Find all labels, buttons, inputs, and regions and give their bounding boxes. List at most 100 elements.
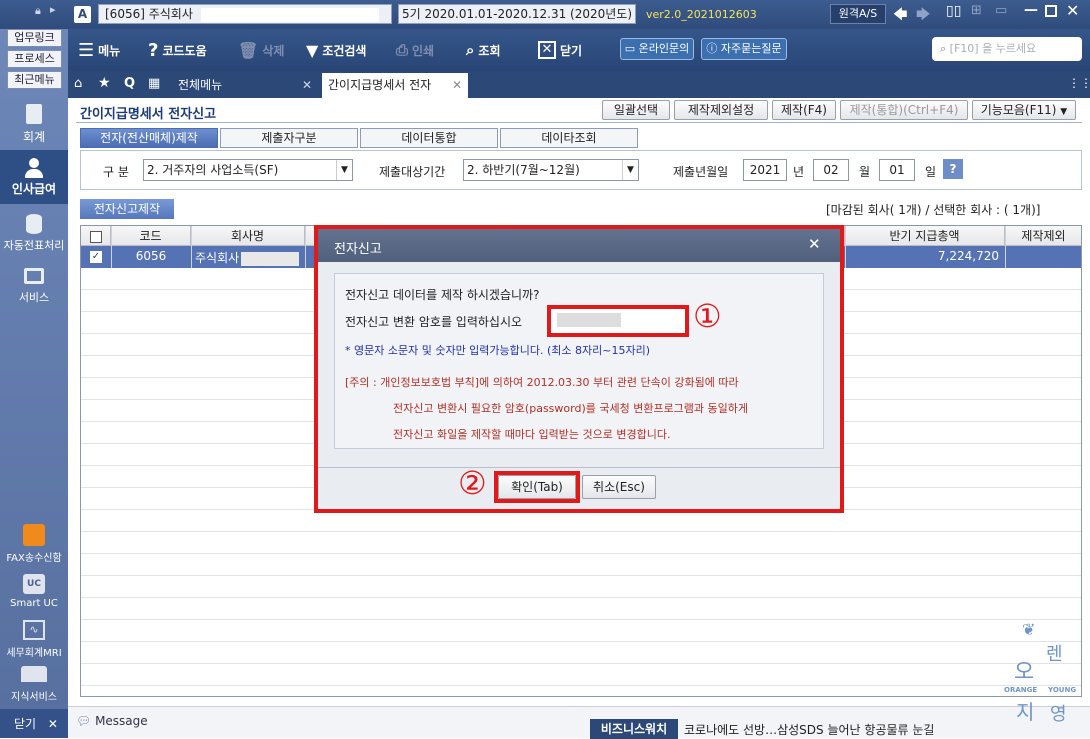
book-view-icon[interactable]: ▯▯ <box>946 3 961 19</box>
close-button[interactable]: ✕ 닫기 <box>538 29 582 71</box>
tab-bar: ⌂ ★ Q ▦ 전체메뉴 ✕ 간이지급명세서 전자 ✕ ⋮⋮ <box>68 71 1090 98</box>
nav-smart-uc[interactable]: UC Smart UC <box>0 574 68 618</box>
header-company: 회사명 <box>191 226 305 246</box>
ok-button[interactable]: 확인(Tab) <box>498 475 576 499</box>
nav-payroll[interactable]: 인사급여 <box>0 150 68 204</box>
menu-button[interactable]: ☰ 메뉴 <box>78 29 120 71</box>
calendar-icon[interactable]: ▦ <box>148 76 160 91</box>
search-icon: ⌕ <box>940 42 947 55</box>
search-placeholder: [F10] 을 누르세요 <box>949 42 1037 55</box>
watermark-bottom1: 지 <box>1016 700 1035 724</box>
warning-line-3: 전자신고 화일을 제작할 때마다 입력받는 것으로 변경합니다. <box>393 428 671 441</box>
subtab-submitter[interactable]: 제출자구분 <box>220 128 358 148</box>
checkbox-icon[interactable] <box>89 230 102 243</box>
functions-button[interactable]: 기능모음(F11) ▼ <box>972 100 1076 120</box>
faq-button[interactable]: ⓘ 자주묻는질문 <box>701 38 787 60</box>
title-underline <box>76 122 1082 123</box>
row-checkbox[interactable]: ✓ <box>90 251 102 263</box>
maximize-icon[interactable] <box>1045 5 1057 17</box>
nav-mri[interactable]: ∿ 세무회계MRI <box>0 620 68 664</box>
close-window-icon[interactable]: ✕ <box>1066 1 1079 20</box>
q-search-icon[interactable]: Q <box>124 76 135 91</box>
news-ticker[interactable]: 코로나에도 선방…삼성SDS 늘어난 항공물류 눈길 <box>684 721 934 738</box>
dialog-question: 전자신고 데이터를 제작 하시겠습니까? <box>345 288 540 302</box>
question-icon: ? <box>148 39 159 61</box>
tab-close-icon[interactable]: ✕ <box>302 73 312 98</box>
tab-all-menu-label: 전체메뉴 <box>178 78 223 92</box>
nav-service[interactable]: 서비스 <box>0 262 68 312</box>
watermark-mid: 렌 <box>1046 644 1063 665</box>
online-inquiry-label: 온라인문의 <box>638 42 690 55</box>
uc-icon: UC <box>23 574 45 594</box>
quick-link-recent[interactable]: 최근메뉴 <box>7 71 62 89</box>
division-label: 구 분 <box>103 165 129 179</box>
division-value: 2. 거주자의 사업소득(SF) <box>147 163 279 177</box>
help-question-button[interactable]: ? <box>943 159 963 179</box>
subtab-electronic[interactable]: 전자(전산매체)제작 <box>80 128 218 148</box>
quick-link-process[interactable]: 프로세스 <box>7 50 62 68</box>
condition-search-button[interactable]: ▼ 조건검색 <box>306 29 366 71</box>
company-name-mask <box>241 251 300 266</box>
view-button[interactable]: ⌕ 조회 <box>466 29 501 71</box>
filter-icon: ▼ <box>306 40 319 60</box>
nav-fax[interactable]: FAX송수신함 <box>0 524 68 568</box>
faq-label: 자주묻는질문 <box>720 42 782 55</box>
book-icon <box>21 666 47 682</box>
subtab-data-view[interactable]: 데이타조회 <box>500 128 638 148</box>
menu-search-input[interactable]: ⌕ [F10] 을 누르세요 <box>932 37 1082 61</box>
year-input[interactable]: 2021 <box>743 159 787 181</box>
sidebar-close[interactable]: 닫기 ✕ <box>0 709 68 738</box>
tab-all-menu[interactable]: 전체메뉴 ✕ <box>172 73 318 98</box>
message-button[interactable]: 💬︎ Message <box>76 714 148 728</box>
exclude-setting-button[interactable]: 제작제외설정 <box>674 100 768 120</box>
tab-current[interactable]: 간이지급명세서 전자 ✕ <box>322 73 468 98</box>
nav-label: FAX송수신함 <box>6 553 62 564</box>
chevron-down-icon: ▼ <box>336 160 352 180</box>
quick-link-work-btn[interactable]: 업무링크 <box>7 29 62 47</box>
nav-label: 세무회계MRI <box>6 648 62 659</box>
remote-as-button[interactable]: 원격A/S <box>830 4 886 24</box>
chat-icon: ▭ <box>624 42 636 55</box>
dialog-body: 전자신고 데이터를 제작 하시겠습니까? 전자신고 변환 암호를 입력하십시오 … <box>334 273 824 449</box>
watermark-top: 오 <box>1014 660 1035 685</box>
nav-accounting[interactable]: 회계 <box>0 98 68 150</box>
status-bar: 💬︎ Message 비즈니스워치 코로나에도 선방…삼성SDS 늘어난 항공물… <box>68 706 1090 739</box>
grid-view-icon[interactable]: ⊞ <box>971 3 982 18</box>
minimize-icon[interactable]: — <box>1024 2 1038 18</box>
produce-merged-button[interactable]: 제작(통합)(Ctrl+F4) <box>840 100 968 120</box>
subtab-data-merge[interactable]: 데이터통합 <box>360 128 498 148</box>
panel-view-icon[interactable]: ▭ <box>995 3 1007 18</box>
nav-knowledge[interactable]: 지식서비스 <box>0 666 68 706</box>
nav-auto-voucher[interactable]: 자동전표처리 <box>0 206 68 260</box>
division-select[interactable]: 2. 거주자의 사업소득(SF) ▼ <box>143 159 353 181</box>
month-input[interactable]: 02 <box>813 159 849 181</box>
home-icon[interactable]: ⌂ <box>74 76 82 91</box>
day-input[interactable]: 01 <box>879 159 915 181</box>
forward-arrow-icon[interactable]: 🡆 <box>916 4 930 28</box>
watermark-bottom2: 영 <box>1050 704 1067 725</box>
pin-icon[interactable]: ▸ <box>50 3 56 16</box>
header-code: 코드 <box>111 226 191 246</box>
e-filing-dialog: 전자신고 ✕ 전자신고 데이터를 제작 하시겠습니까? 전자신고 변환 암호를 … <box>314 225 844 513</box>
dialog-close-icon[interactable]: ✕ <box>808 235 821 253</box>
print-button[interactable]: ⎙ 인쇄 <box>396 29 434 71</box>
condition-search-label: 조건검색 <box>322 43 367 58</box>
delete-button[interactable]: 🗑︎ 삭제 <box>238 29 284 71</box>
nav-label: 자동전표처리 <box>3 239 65 252</box>
cancel-button[interactable]: 취소(Esc) <box>582 475 656 499</box>
code-help-label: 코드도움 <box>162 43 207 58</box>
online-inquiry-button[interactable]: ▭ 온라인문의 <box>620 38 694 60</box>
password-input[interactable] <box>551 309 685 333</box>
code-help-button[interactable]: ? 코드도움 <box>148 29 207 71</box>
star-icon[interactable]: ★ <box>98 75 111 91</box>
orange-young-watermark: ❦ 오 렌 ORANGE YOUNG 지 영 <box>1000 616 1086 726</box>
back-arrow-icon[interactable]: 🡄 <box>893 4 907 28</box>
dialog-footer-line <box>318 467 840 468</box>
select-all-button[interactable]: 일괄선택 <box>602 100 670 120</box>
tab-close-icon[interactable]: ✕ <box>452 73 462 98</box>
monitor-icon <box>24 268 44 284</box>
produce-button[interactable]: 제작(F4) <box>772 100 836 120</box>
more-dots-icon[interactable]: ⋮⋮ <box>1068 76 1090 90</box>
period-select[interactable]: 2. 하반기(7월~12월) ▼ <box>463 159 639 181</box>
warning-line-1: [주의 : 개인정보보호법 부칙]에 의하여 2012.03.30 부터 관련 … <box>345 376 739 389</box>
